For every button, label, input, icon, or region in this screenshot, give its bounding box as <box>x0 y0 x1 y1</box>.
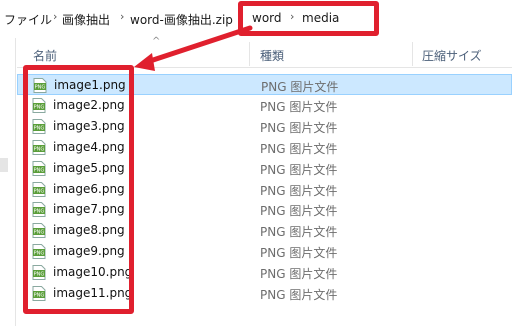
annotation-arrow <box>134 25 253 71</box>
